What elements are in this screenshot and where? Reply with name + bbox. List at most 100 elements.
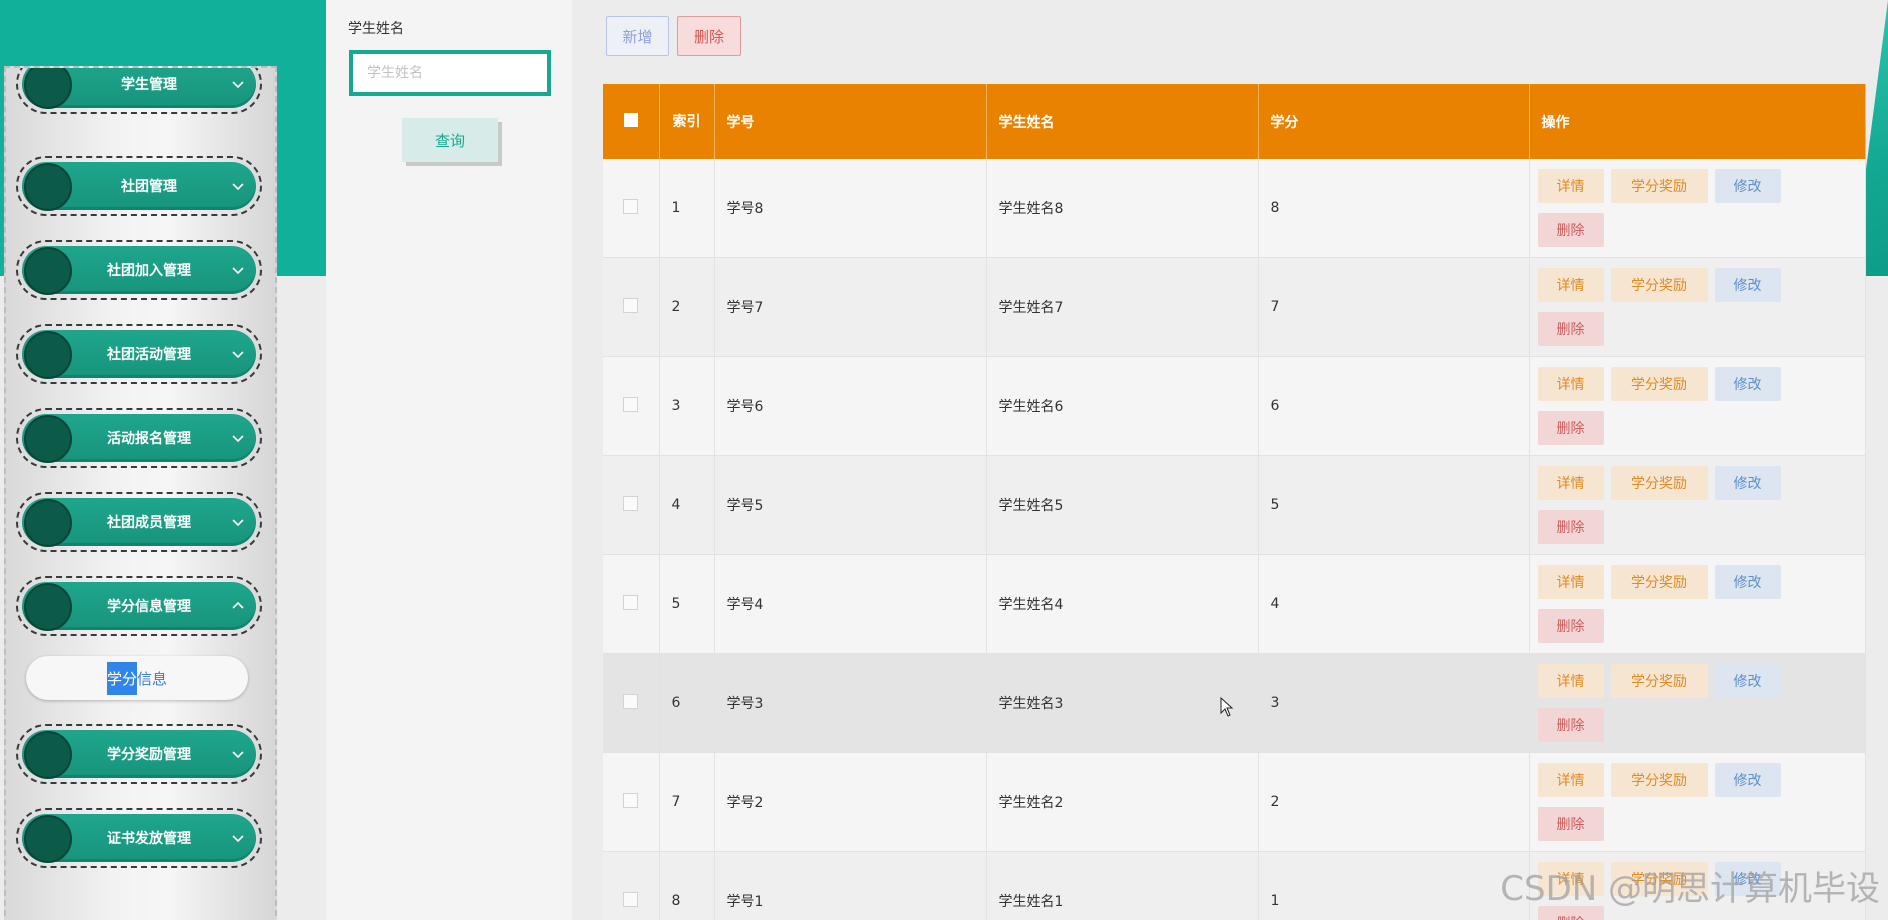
credit-award-button[interactable]: 学分奖励 <box>1610 664 1708 698</box>
search-panel: 学生姓名 查询 <box>326 0 572 920</box>
cell-actions: 详情学分奖励修改删除 <box>1529 554 1866 654</box>
cell-student-name: 学生姓名1 <box>986 851 1259 920</box>
actions-row: 详情 学分奖励 修改 <box>1537 763 1857 797</box>
detail-button[interactable]: 详情 <box>1537 664 1604 698</box>
credit-award-button[interactable]: 学分奖励 <box>1610 169 1708 203</box>
row-checkbox[interactable] <box>623 792 639 808</box>
cell-actions: 详情学分奖励修改删除 <box>1529 752 1866 852</box>
sidebar-item-pill: 社团管理 <box>22 162 256 211</box>
sidebar-item-pill: 学生管理 <box>22 68 256 109</box>
edit-button[interactable]: 修改 <box>1714 169 1781 203</box>
add-button[interactable]: 新增 <box>606 16 669 56</box>
header-actions: 操作 <box>1529 84 1866 159</box>
detail-button[interactable]: 详情 <box>1537 367 1604 401</box>
row-checkbox[interactable] <box>623 594 639 610</box>
edit-button[interactable]: 修改 <box>1714 664 1781 698</box>
sidebar-item[interactable]: 社团加入管理 <box>16 240 262 300</box>
chevron-down-icon <box>232 81 244 89</box>
cell-index: 6 <box>659 653 715 753</box>
cell-student-name: 学生姓名5 <box>986 455 1259 555</box>
sidebar-item-pill: 学分奖励管理 <box>22 730 256 779</box>
edit-button[interactable]: 修改 <box>1714 466 1781 500</box>
sidebar-item-label: 社团加入管理 <box>107 263 191 279</box>
row-checkbox[interactable] <box>623 297 639 313</box>
cell-actions: 详情学分奖励修改删除 <box>1529 159 1866 258</box>
submenu-label-rest: 信息 <box>137 669 168 688</box>
row-checkbox[interactable] <box>623 396 639 412</box>
row-checkbox[interactable] <box>623 693 639 709</box>
credit-award-button[interactable]: 学分奖励 <box>1610 466 1708 500</box>
sidebar-item[interactable]: 学生管理 <box>16 68 262 114</box>
sidebar-item-label: 学分信息管理 <box>107 599 191 615</box>
sidebar-item[interactable]: 社团成员管理 <box>16 492 262 552</box>
delete-button[interactable]: 删除 <box>1537 411 1604 445</box>
sidebar-item-pill: 社团加入管理 <box>22 246 256 295</box>
detail-button[interactable]: 详情 <box>1537 268 1604 302</box>
sidebar-subitem-credit-info[interactable]: 学分 信息 <box>26 656 248 700</box>
sidebar-item[interactable]: 社团管理 <box>16 156 262 216</box>
actions-row: 删除 <box>1537 609 1857 643</box>
cell-credit: 4 <box>1258 554 1530 654</box>
cell-student-name: 学生姓名2 <box>986 752 1259 852</box>
credit-award-button[interactable]: 学分奖励 <box>1610 565 1708 599</box>
main-content: 新增 删除 索引 学号 学生姓名 学分 操作 1 学号8 学生姓名8 8 详情 … <box>572 0 1888 920</box>
chevron-down-icon <box>232 835 244 843</box>
cell-credit: 5 <box>1258 455 1530 555</box>
select-all-checkbox[interactable] <box>623 112 638 127</box>
credit-award-button[interactable]: 学分奖励 <box>1610 268 1708 302</box>
cell-student-name: 学生姓名4 <box>986 554 1259 654</box>
delete-button[interactable]: 删除 <box>1537 609 1604 643</box>
edit-button[interactable]: 修改 <box>1714 763 1781 797</box>
cell-student-no: 学号8 <box>714 159 987 258</box>
row-checkbox[interactable] <box>623 495 639 511</box>
delete-button[interactable]: 删除 <box>1537 807 1604 841</box>
cell-credit: 2 <box>1258 752 1530 852</box>
student-name-search-input[interactable] <box>349 50 551 96</box>
sidebar-item[interactable]: 学分信息管理 <box>16 576 262 636</box>
detail-button[interactable]: 详情 <box>1537 169 1604 203</box>
sidebar-item[interactable]: 证书发放管理 <box>16 808 262 868</box>
cell-student-no: 学号1 <box>714 851 987 920</box>
sidebar-item[interactable]: 学分奖励管理 <box>16 724 262 784</box>
app-page: 学分 信息 学生管理社团管理社团加入管理社团活动管理 活动报名管理 社团成员管理学分信… <box>0 0 1888 920</box>
row-select-cell <box>603 159 660 258</box>
cell-student-no: 学号4 <box>714 554 987 654</box>
row-select-cell <box>603 752 660 852</box>
actions-row: 详情 学分奖励 修改 <box>1537 565 1857 599</box>
detail-button[interactable]: 详情 <box>1537 763 1604 797</box>
sidebar-item-label: 学生管理 <box>121 77 177 93</box>
edit-button[interactable]: 修改 <box>1714 367 1781 401</box>
menu-bullet-icon <box>24 163 72 211</box>
delete-button[interactable]: 删除 <box>1537 708 1604 742</box>
detail-button[interactable]: 详情 <box>1537 565 1604 599</box>
row-checkbox[interactable] <box>623 198 639 214</box>
credit-award-button[interactable]: 学分奖励 <box>1610 763 1708 797</box>
sidebar-item-label: 社团管理 <box>121 179 177 195</box>
row-checkbox[interactable] <box>623 891 639 907</box>
menu-bullet-icon <box>24 331 72 379</box>
menu-bullet-icon <box>24 499 72 547</box>
cell-credit: 1 <box>1258 851 1530 920</box>
table-row: 7 学号2 学生姓名2 2 详情 学分奖励 修改 删除 <box>603 752 1866 852</box>
header-student-name: 学生姓名 <box>986 84 1259 159</box>
delete-button[interactable]: 删除 <box>1537 510 1604 544</box>
chevron-down-icon <box>232 267 244 275</box>
cell-student-no: 学号5 <box>714 455 987 555</box>
chevron-up-icon <box>232 601 244 609</box>
sidebar-item[interactable]: 社团活动管理 <box>16 324 262 384</box>
sidebar-item[interactable]: 活动报名管理 <box>16 408 262 468</box>
chevron-down-icon <box>232 183 244 191</box>
detail-button[interactable]: 详情 <box>1537 466 1604 500</box>
actions-row: 详情 学分奖励 修改 <box>1537 664 1857 698</box>
credit-award-button[interactable]: 学分奖励 <box>1610 367 1708 401</box>
edit-button[interactable]: 修改 <box>1714 565 1781 599</box>
delete-button[interactable]: 删除 <box>1537 312 1604 346</box>
batch-delete-button[interactable]: 删除 <box>677 16 741 56</box>
edit-button[interactable]: 修改 <box>1714 268 1781 302</box>
cell-credit: 3 <box>1258 653 1530 753</box>
cell-actions: 详情学分奖励修改删除 <box>1529 653 1866 753</box>
delete-button[interactable]: 删除 <box>1537 213 1604 247</box>
cell-index: 2 <box>659 257 715 357</box>
sidebar-item-label: 学分奖励管理 <box>107 747 191 763</box>
search-button[interactable]: 查询 <box>402 118 498 162</box>
